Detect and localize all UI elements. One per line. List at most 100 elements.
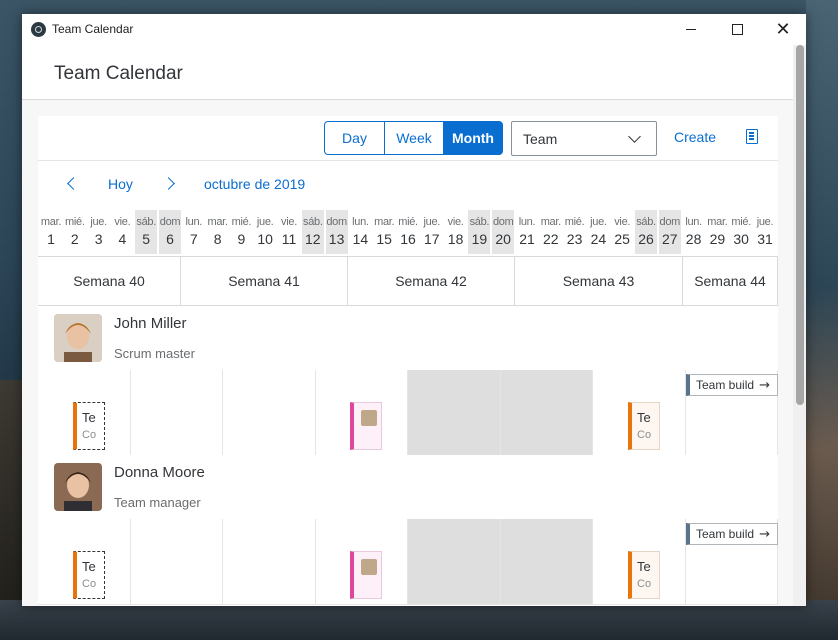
window-titlebar[interactable]: Team Calendar ✕: [22, 14, 806, 45]
day-header-cell[interactable]: mié. 2: [64, 210, 86, 254]
chevron-left-icon[interactable]: [67, 177, 80, 190]
day-number: 3: [94, 231, 103, 247]
day-header-cell[interactable]: vie. 11: [278, 210, 300, 254]
scrollbar-thumb[interactable]: [796, 45, 804, 405]
appointment[interactable]: Te Co: [628, 402, 660, 450]
view-day-button[interactable]: Day: [324, 121, 385, 155]
day-number: 21: [519, 231, 535, 247]
timeline-cell[interactable]: [501, 519, 593, 605]
legend-icon[interactable]: [746, 129, 758, 144]
view-month-button[interactable]: Month: [443, 121, 503, 155]
date-navigation: Hoy octubre de 2019: [38, 160, 778, 208]
person-header[interactable]: Donna Moore Team manager: [38, 455, 778, 519]
day-number: 30: [733, 231, 749, 247]
day-number: 27: [662, 231, 678, 247]
minimize-button[interactable]: [668, 14, 714, 45]
day-header-cell[interactable]: vie. 4: [111, 210, 133, 254]
timeline-cell[interactable]: [223, 370, 316, 456]
day-header-cell[interactable]: sáb. 26: [635, 210, 657, 254]
day-name: jue.: [90, 216, 107, 228]
appointment[interactable]: [350, 551, 382, 599]
day-name: lun.: [352, 216, 369, 228]
appointment[interactable]: Te Co: [73, 551, 105, 599]
minimize-icon: [686, 29, 696, 30]
day-name: sáb.: [636, 216, 656, 228]
day-number: 24: [590, 231, 607, 247]
day-header-cell[interactable]: dom 27: [658, 210, 681, 254]
day-header-cell[interactable]: mar. 22: [540, 210, 562, 254]
day-header-cell[interactable]: sáb. 5: [135, 210, 158, 254]
team-select-value: Team: [523, 131, 558, 147]
day-header-cell[interactable]: dom 13: [325, 210, 348, 254]
timeline-cell[interactable]: [408, 370, 501, 456]
maximize-button[interactable]: [714, 14, 760, 45]
day-header-cell[interactable]: jue. 31: [754, 210, 776, 254]
day-header-cell[interactable]: mar. 29: [706, 210, 728, 254]
day-number: 10: [257, 231, 273, 247]
create-button[interactable]: Create: [674, 129, 716, 145]
page-title: Team Calendar: [54, 63, 183, 84]
appointment[interactable]: Te Co: [73, 402, 105, 450]
day-name: lun.: [685, 216, 702, 228]
day-header-cell[interactable]: mié. 30: [730, 210, 752, 254]
person-header[interactable]: John Miller Scrum master: [38, 306, 778, 370]
day-header-cell[interactable]: mar. 15: [373, 210, 395, 254]
appointment-title: Te: [637, 410, 651, 425]
day-name: dom: [659, 216, 681, 228]
app-header: Team Calendar: [22, 45, 806, 100]
blocker-appointment[interactable]: Team build →: [686, 374, 778, 396]
day-name: sáb.: [469, 216, 490, 228]
day-header-cell[interactable]: sáb. 19: [468, 210, 491, 254]
day-header-cell[interactable]: mar. 8: [207, 210, 229, 254]
timeline-cell[interactable]: [408, 519, 501, 605]
app-window: Team Calendar ✕ Team Calendar Day Week M…: [22, 14, 806, 606]
day-header-cell[interactable]: lun. 14: [349, 210, 371, 254]
day-header-cell[interactable]: dom 20: [492, 210, 515, 254]
appointment[interactable]: Te Co: [628, 551, 660, 599]
timeline-cell[interactable]: [223, 519, 316, 605]
day-header-cell[interactable]: dom 6: [159, 210, 181, 254]
day-number: 5: [142, 231, 151, 247]
day-header-cell[interactable]: mié. 16: [397, 210, 419, 254]
timeline-cell[interactable]: [131, 370, 223, 456]
day-header-cell[interactable]: mié. 23: [564, 210, 586, 254]
month-picker-button[interactable]: octubre de 2019: [204, 176, 305, 192]
day-header-cell[interactable]: vie. 25: [611, 210, 633, 254]
day-name: mié.: [731, 216, 751, 228]
desktop-background-right: [806, 0, 838, 640]
day-header-cell[interactable]: mié. 9: [230, 210, 252, 254]
person-timeline: Te Co Te Co Team build →: [38, 370, 778, 456]
day-header-cell[interactable]: lun. 21: [516, 210, 538, 254]
vertical-scrollbar[interactable]: [793, 45, 806, 606]
day-header-cell[interactable]: jue. 24: [587, 210, 609, 254]
day-name: mié.: [564, 216, 585, 228]
day-name: jue.: [256, 216, 274, 228]
timeline-cell[interactable]: [501, 370, 593, 456]
day-number: 17: [424, 231, 440, 247]
day-header-cell[interactable]: lun. 7: [183, 210, 205, 254]
day-header-cell[interactable]: mar. 1: [40, 210, 62, 254]
today-button[interactable]: Hoy: [108, 176, 133, 192]
day-name: lun.: [185, 216, 203, 228]
day-header-cell[interactable]: jue. 17: [421, 210, 443, 254]
appointment-subtitle: Co: [82, 578, 97, 590]
timeline-cell[interactable]: [131, 519, 223, 605]
view-week-button[interactable]: Week: [384, 121, 444, 155]
close-button[interactable]: ✕: [760, 14, 806, 45]
chevron-right-icon[interactable]: [162, 177, 175, 190]
day-header-cell[interactable]: vie. 18: [445, 210, 467, 254]
team-select[interactable]: Team: [511, 121, 657, 156]
appointment[interactable]: [350, 402, 382, 450]
day-name: vie.: [447, 216, 464, 228]
day-header-row: mar. 1 mié. 2 jue. 3 vie. 4 sáb. 5 dom 6 lun. 7 mar. 8 m…: [38, 208, 778, 256]
day-number: 16: [400, 231, 416, 247]
day-header-cell[interactable]: jue. 10: [254, 210, 276, 254]
day-name: mié.: [231, 216, 252, 228]
day-number: 29: [709, 231, 726, 247]
day-name: mar.: [207, 216, 228, 228]
day-header-cell[interactable]: sáb. 12: [301, 210, 324, 254]
blocker-appointment[interactable]: Team build →: [686, 523, 778, 545]
day-header-cell[interactable]: lun. 28: [683, 210, 705, 254]
blocker-title: Team build: [696, 378, 755, 392]
day-header-cell[interactable]: jue. 3: [88, 210, 110, 254]
